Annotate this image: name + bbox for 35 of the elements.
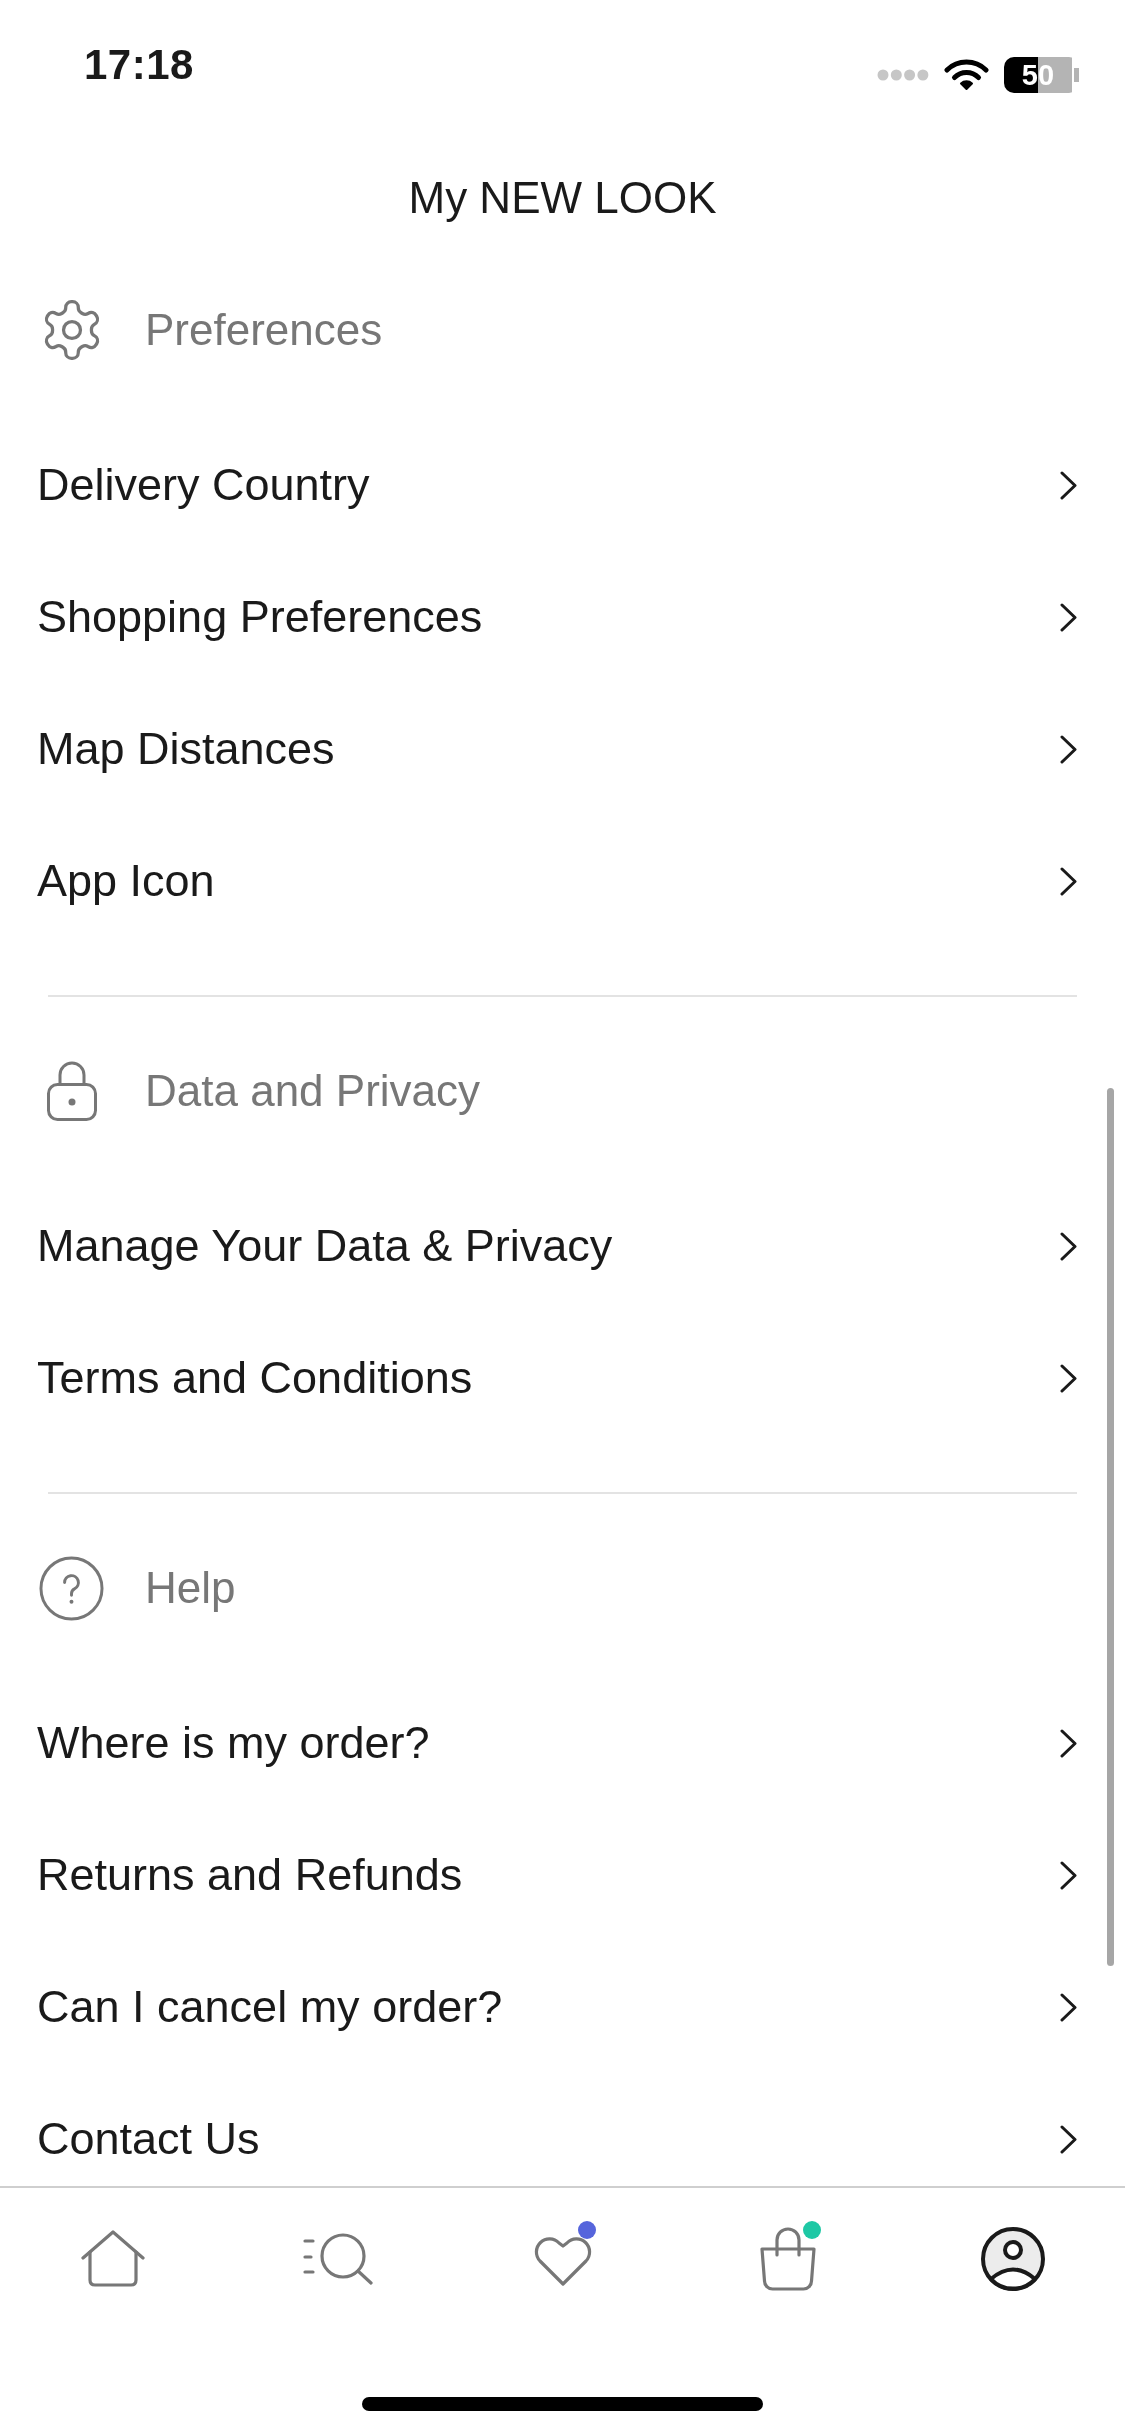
chevron-right-icon — [1060, 1860, 1077, 1890]
menu-item[interactable]: App Icon — [0, 815, 1125, 947]
chevron-right-icon — [1060, 2124, 1077, 2154]
help-icon — [39, 1555, 104, 1621]
menu-item[interactable]: Where is my order? — [0, 1677, 1125, 1809]
menu-item[interactable]: Terms and Conditions — [0, 1312, 1125, 1444]
menu-item[interactable]: Map Distances — [0, 683, 1125, 815]
section-title: Help — [145, 1563, 236, 1613]
status-time: 17:18 — [84, 41, 194, 89]
chevron-right-icon — [1060, 734, 1077, 764]
menu-item[interactable]: Can I cancel my order? — [0, 1941, 1125, 2073]
chevron-right-icon — [1060, 866, 1077, 896]
search-icon — [302, 2232, 373, 2286]
settings-icon — [43, 300, 100, 360]
chevron-right-icon — [1060, 602, 1077, 632]
battery-indicator: 50 — [1004, 57, 1079, 93]
menu-item[interactable]: Shopping Preferences — [0, 551, 1125, 683]
menu-item[interactable]: Contact Us — [0, 2073, 1125, 2186]
menu-item[interactable]: Manage Your Data & Privacy — [0, 1180, 1125, 1312]
shopping-bag-icon — [758, 2227, 817, 2291]
menu-item[interactable]: Returns and Refunds — [0, 1809, 1125, 1941]
cellular-signal-icon — [877, 69, 929, 81]
chevron-right-icon — [1060, 1992, 1077, 2022]
profile-icon — [979, 2226, 1046, 2292]
page-title: My NEW LOOK — [408, 173, 717, 223]
home-icon — [80, 2230, 145, 2288]
section-title: Data and Privacy — [145, 1066, 481, 1116]
chevron-right-icon — [1060, 1363, 1077, 1393]
section-title: Preferences — [145, 305, 383, 355]
wifi-icon — [944, 58, 989, 92]
lock-icon — [46, 1061, 97, 1121]
chevron-right-icon — [1060, 1231, 1077, 1261]
menu-item[interactable]: Delivery Country — [0, 419, 1125, 551]
chevron-right-icon — [1060, 470, 1077, 500]
chevron-right-icon — [1060, 1728, 1077, 1758]
